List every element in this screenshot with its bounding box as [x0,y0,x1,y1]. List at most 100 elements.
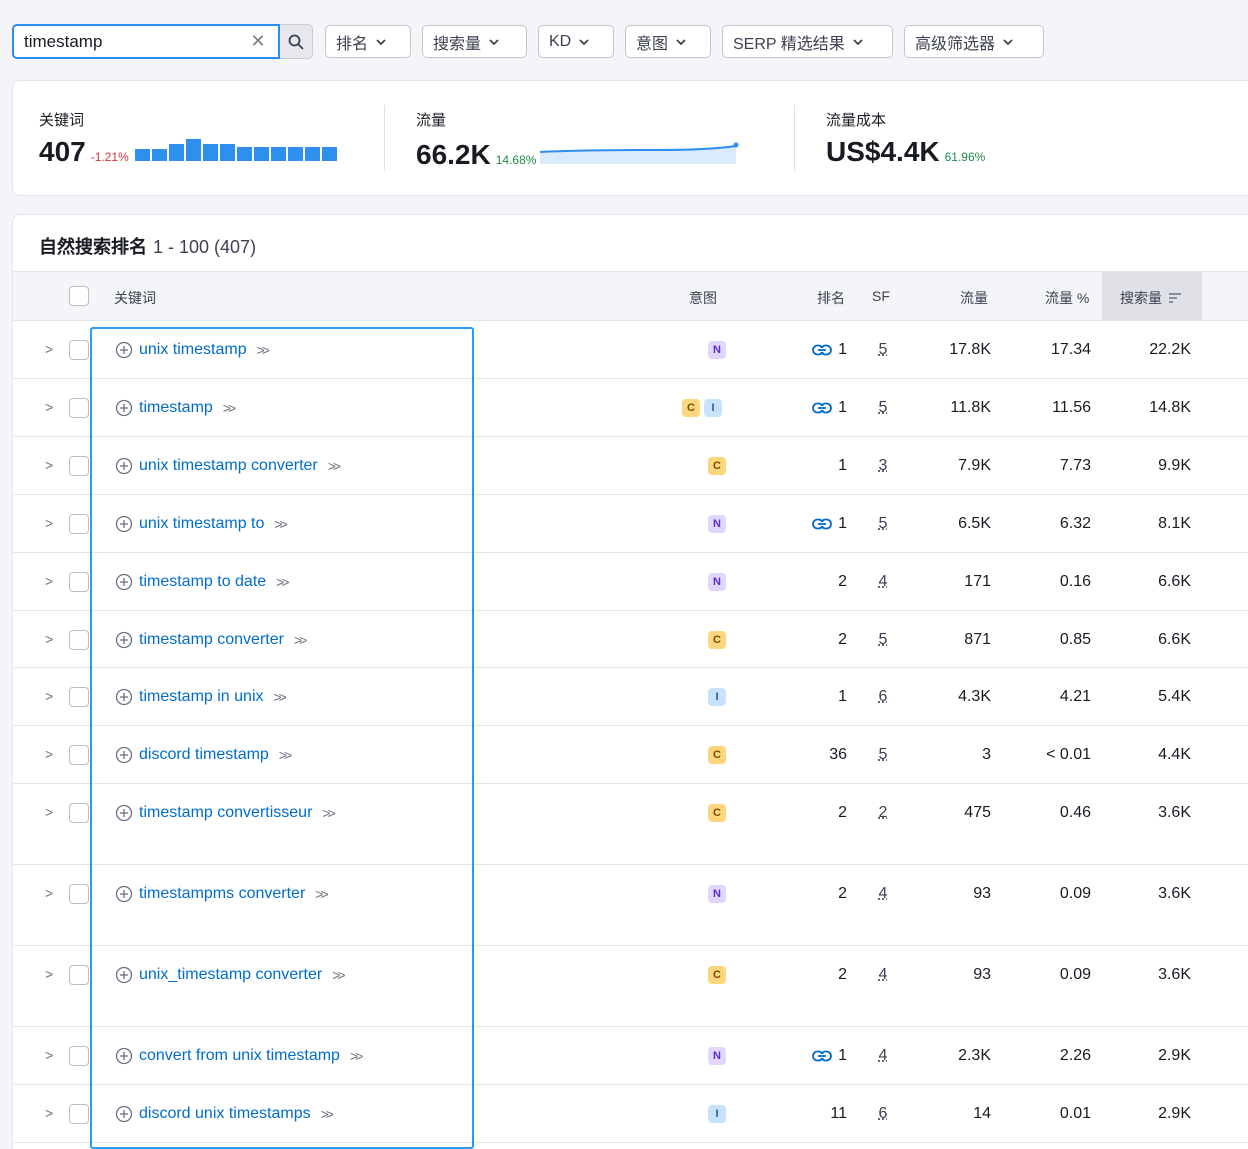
keyword-link[interactable]: unix timestamp >> [115,341,267,359]
keyword-text[interactable]: timestamp convertisseur [139,804,312,822]
sf-count[interactable]: 5 [873,631,893,649]
table-row[interactable]: > timestamp convertisseur >> C 2 2 475 0… [13,784,1248,865]
sf-column-header[interactable]: SF [872,288,890,304]
serp-details-icon[interactable]: >> [332,967,342,983]
keyword-text[interactable]: unix timestamp converter [139,457,318,475]
row-checkbox[interactable] [69,965,89,985]
table-row[interactable]: > timestamp in unix >> I 1 6 4.3K 4.21 5… [13,668,1248,726]
expand-row-chevron-icon[interactable]: > [45,399,53,415]
keyword-text[interactable]: timestampms converter [139,885,305,903]
table-row[interactable]: > discord timestamp >> C 36 5 3 < 0.01 4… [13,726,1248,784]
row-checkbox[interactable] [69,340,89,360]
sf-count[interactable]: 4 [873,1047,893,1065]
expand-row-chevron-icon[interactable]: > [45,515,53,531]
add-to-list-icon[interactable] [115,1047,133,1065]
table-row[interactable]: > discord unix timestamps >> I 11 6 14 0… [13,1085,1248,1143]
keyword-column-header[interactable]: 关键词 [114,288,156,308]
keyword-link[interactable]: convert from unix timestamp >> [115,1047,360,1065]
keyword-link[interactable]: discord timestamp >> [115,746,289,764]
keyword-text[interactable]: timestamp to date [139,573,266,591]
expand-row-chevron-icon[interactable]: > [45,1047,53,1063]
keyword-text[interactable]: unix timestamp to [139,515,264,533]
serp-details-icon[interactable]: >> [294,632,304,648]
serp-details-icon[interactable]: >> [279,747,289,763]
expand-row-chevron-icon[interactable]: > [45,341,53,357]
row-checkbox[interactable] [69,1104,89,1124]
position-column-header[interactable]: 排名 [817,288,845,308]
row-checkbox[interactable] [69,572,89,592]
serp-details-icon[interactable]: >> [223,400,233,416]
keyword-link[interactable]: timestamp converter >> [115,631,304,649]
table-row[interactable]: > unix_timestamp converter >> C 2 4 93 0… [13,946,1248,1027]
add-to-list-icon[interactable] [115,399,133,417]
expand-row-chevron-icon[interactable]: > [45,746,53,762]
add-to-list-icon[interactable] [115,1105,133,1123]
table-row[interactable]: > timestamp converter >> C 2 5 871 0.85 … [13,611,1248,668]
keyword-link[interactable]: timestamp to date >> [115,573,287,591]
keyword-text[interactable]: timestamp converter [139,631,284,649]
advanced-filters-button[interactable]: 高级筛选器 [904,25,1044,58]
search-button[interactable] [280,24,313,59]
serp-details-icon[interactable]: >> [274,689,284,705]
keyword-link[interactable]: timestamp >> [115,399,233,417]
keyword-link[interactable]: unix_timestamp converter >> [115,966,343,984]
expand-row-chevron-icon[interactable]: > [45,688,53,704]
intent-column-header[interactable]: 意图 [689,288,717,308]
add-to-list-icon[interactable] [115,688,133,706]
kd-filter-button[interactable]: KD [538,25,614,58]
expand-row-chevron-icon[interactable]: > [45,573,53,589]
position-filter-button[interactable]: 排名 [325,25,411,58]
sf-count[interactable]: 3 [873,457,893,475]
keyword-link[interactable]: timestamp convertisseur >> [115,804,333,822]
sf-count[interactable]: 5 [873,341,893,359]
traffic-metric[interactable]: 流量 66.2K 14.68% [416,109,740,171]
sf-count[interactable]: 4 [873,573,893,591]
keyword-link[interactable]: timestampms converter >> [115,885,326,903]
table-row[interactable]: > timestamp to date >> N 2 4 171 0.16 6.… [13,553,1248,611]
serp-details-icon[interactable]: >> [350,1048,360,1064]
keyword-text[interactable]: discord timestamp [139,746,269,764]
row-checkbox[interactable] [69,514,89,534]
row-checkbox[interactable] [69,803,89,823]
add-to-list-icon[interactable] [115,804,133,822]
expand-row-chevron-icon[interactable]: > [45,966,53,982]
sf-count[interactable]: 5 [873,746,893,764]
serp-features-filter-button[interactable]: SERP 精选结果 [722,25,893,58]
expand-row-chevron-icon[interactable]: > [45,885,53,901]
keywords-metric[interactable]: 关键词 407 -1.21% [39,109,337,168]
row-checkbox[interactable] [69,630,89,650]
expand-row-chevron-icon[interactable]: > [45,631,53,647]
traffic-pct-column-header[interactable]: 流量 % [1045,288,1089,308]
intent-filter-button[interactable]: 意图 [625,25,711,58]
add-to-list-icon[interactable] [115,341,133,359]
sf-count[interactable]: 2 [873,804,893,822]
row-checkbox[interactable] [69,1046,89,1066]
table-row[interactable]: > unix timestamp converter >> C 1 3 7.9K… [13,437,1248,495]
table-row[interactable]: > timestampms converter >> N 2 4 93 0.09… [13,865,1248,946]
add-to-list-icon[interactable] [115,457,133,475]
sf-count[interactable]: 4 [873,966,893,984]
serp-details-icon[interactable]: >> [321,1106,331,1122]
traffic-column-header[interactable]: 流量 [960,288,988,308]
serp-details-icon[interactable]: >> [274,516,284,532]
keyword-text[interactable]: timestamp [139,399,213,417]
table-row[interactable]: > unix timestamp to >> N 1 5 6.5K 6.32 8… [13,495,1248,553]
expand-row-chevron-icon[interactable]: > [45,457,53,473]
serp-details-icon[interactable]: >> [328,458,338,474]
keyword-link[interactable]: unix timestamp to >> [115,515,285,533]
sf-count[interactable]: 6 [873,1105,893,1123]
add-to-list-icon[interactable] [115,885,133,903]
keyword-text[interactable]: unix timestamp [139,341,247,359]
expand-row-chevron-icon[interactable]: > [45,804,53,820]
serp-details-icon[interactable]: >> [276,574,286,590]
sf-count[interactable]: 5 [873,399,893,417]
row-checkbox[interactable] [69,687,89,707]
table-row[interactable]: > unix timestamp >> N 1 5 17.8K 17.34 22… [13,321,1248,379]
row-checkbox[interactable] [69,456,89,476]
keyword-text[interactable]: unix_timestamp converter [139,966,322,984]
sf-count[interactable]: 6 [873,688,893,706]
volume-column-header[interactable]: 搜索量 [1120,288,1182,308]
keyword-text[interactable]: discord unix timestamps [139,1105,311,1123]
volume-filter-button[interactable]: 搜索量 [422,25,527,58]
row-checkbox[interactable] [69,884,89,904]
